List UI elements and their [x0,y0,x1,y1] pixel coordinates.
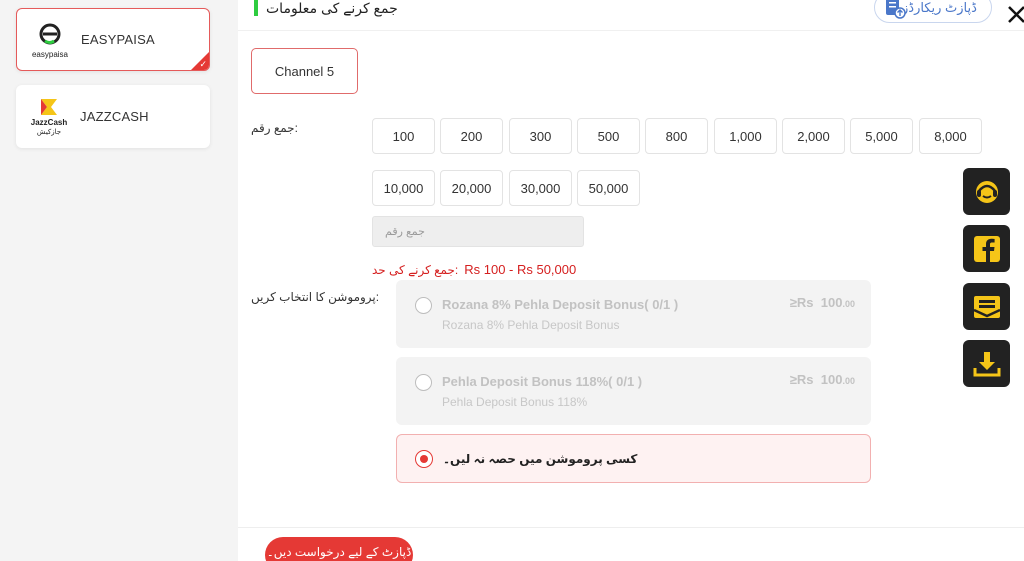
mail-button[interactable] [963,283,1010,330]
amount-label: جمع رقم: [251,121,298,135]
amount-preset[interactable]: 800 [645,118,708,154]
close-icon[interactable] [1006,4,1024,26]
easypaisa-logo-text: easypaisa [32,50,69,59]
payment-method-label: EASYPAISA [81,32,155,47]
jazzcash-logo-text: JazzCash [31,118,68,127]
easypaisa-logo: easypaisa [25,15,75,65]
promotion-title: Rozana 8% Pehla Deposit Bonus( 0/1 ) [442,297,679,312]
amount-preset[interactable]: 20,000 [440,170,503,206]
download-button[interactable] [963,340,1010,387]
deposit-limit-value: Rs 100 - Rs 50,000 [464,262,577,277]
header-divider [238,30,1024,31]
check-icon: ✓ [199,59,207,69]
payment-method-label: JAZZCASH [80,109,149,124]
deposit-records-label: ڈپازٹ ریکارڈز [902,0,977,15]
jazzcash-logo: JazzCash جازکیش [24,92,74,142]
promotion-title: Pehla Deposit Bonus 118%( 0/1 ) [442,374,643,389]
no-promotion-label: کسی پروموشن میں حصہ نہ لیں۔ [443,452,638,466]
promotion-min-amount: ≥Rs 100.00 [789,295,855,310]
submit-deposit-button[interactable]: ڈپازٹ کے لیے درخواست دیں۔ [265,537,413,561]
amount-preset[interactable]: 30,000 [509,170,572,206]
promotion-label: پروموشن کا انتخاب کریں: [251,290,380,304]
amount-preset[interactable]: 8,000 [919,118,982,154]
no-promotion-option[interactable]: کسی پروموشن میں حصہ نہ لیں۔ [396,434,871,483]
deposit-limit: جمع کرنے کی حد: Rs 100 - Rs 50,000 [372,262,576,277]
promotion-option[interactable]: Pehla Deposit Bonus 118%( 0/1 ) Pehla De… [396,357,871,425]
footer-divider [238,527,1024,528]
amount-preset[interactable]: 500 [577,118,640,154]
amount-preset[interactable]: 300 [509,118,572,154]
radio-button[interactable] [415,297,432,314]
header-accent-bar [254,0,258,16]
radio-button-selected[interactable] [415,450,433,468]
jazzcash-logo-subtext: جازکیش [37,128,61,136]
deposit-records-button[interactable]: ڈپازٹ ریکارڈز [874,0,992,23]
document-icon [886,0,906,19]
payment-sidebar: easypaisa EASYPAISA ✓ JazzCash جازکیش JA… [0,0,238,561]
customer-service-icon [975,180,998,203]
amount-preset[interactable]: 2,000 [782,118,845,154]
amount-preset[interactable]: 1,000 [714,118,777,154]
promotion-min-amount: ≥Rs 100.00 [789,372,855,387]
payment-method-jazzcash[interactable]: JazzCash جازکیش JAZZCASH [16,85,210,148]
amount-input[interactable]: جمع رقم [372,216,584,247]
facebook-icon [973,235,1000,262]
download-icon [973,351,1000,376]
amount-preset[interactable]: 10,000 [372,170,435,206]
promotion-option[interactable]: Rozana 8% Pehla Deposit Bonus( 0/1 ) Roz… [396,280,871,348]
facebook-button[interactable] [963,225,1010,272]
amount-preset[interactable]: 5,000 [850,118,913,154]
deposit-limit-label: جمع کرنے کی حد: [372,263,459,277]
amount-preset[interactable]: 200 [440,118,503,154]
promotion-subtitle: Pehla Deposit Bonus 118% [442,395,588,409]
channel-button[interactable]: Channel 5 [251,48,358,94]
payment-method-easypaisa[interactable]: easypaisa EASYPAISA ✓ [16,8,210,71]
page-title: جمع کرنے کی معلومات [266,0,398,16]
customer-service-button[interactable] [963,168,1010,215]
promotion-subtitle: Rozana 8% Pehla Deposit Bonus [442,318,620,332]
radio-button[interactable] [415,374,432,391]
mail-icon [972,295,1001,318]
amount-preset[interactable]: 50,000 [577,170,640,206]
amount-preset[interactable]: 100 [372,118,435,154]
